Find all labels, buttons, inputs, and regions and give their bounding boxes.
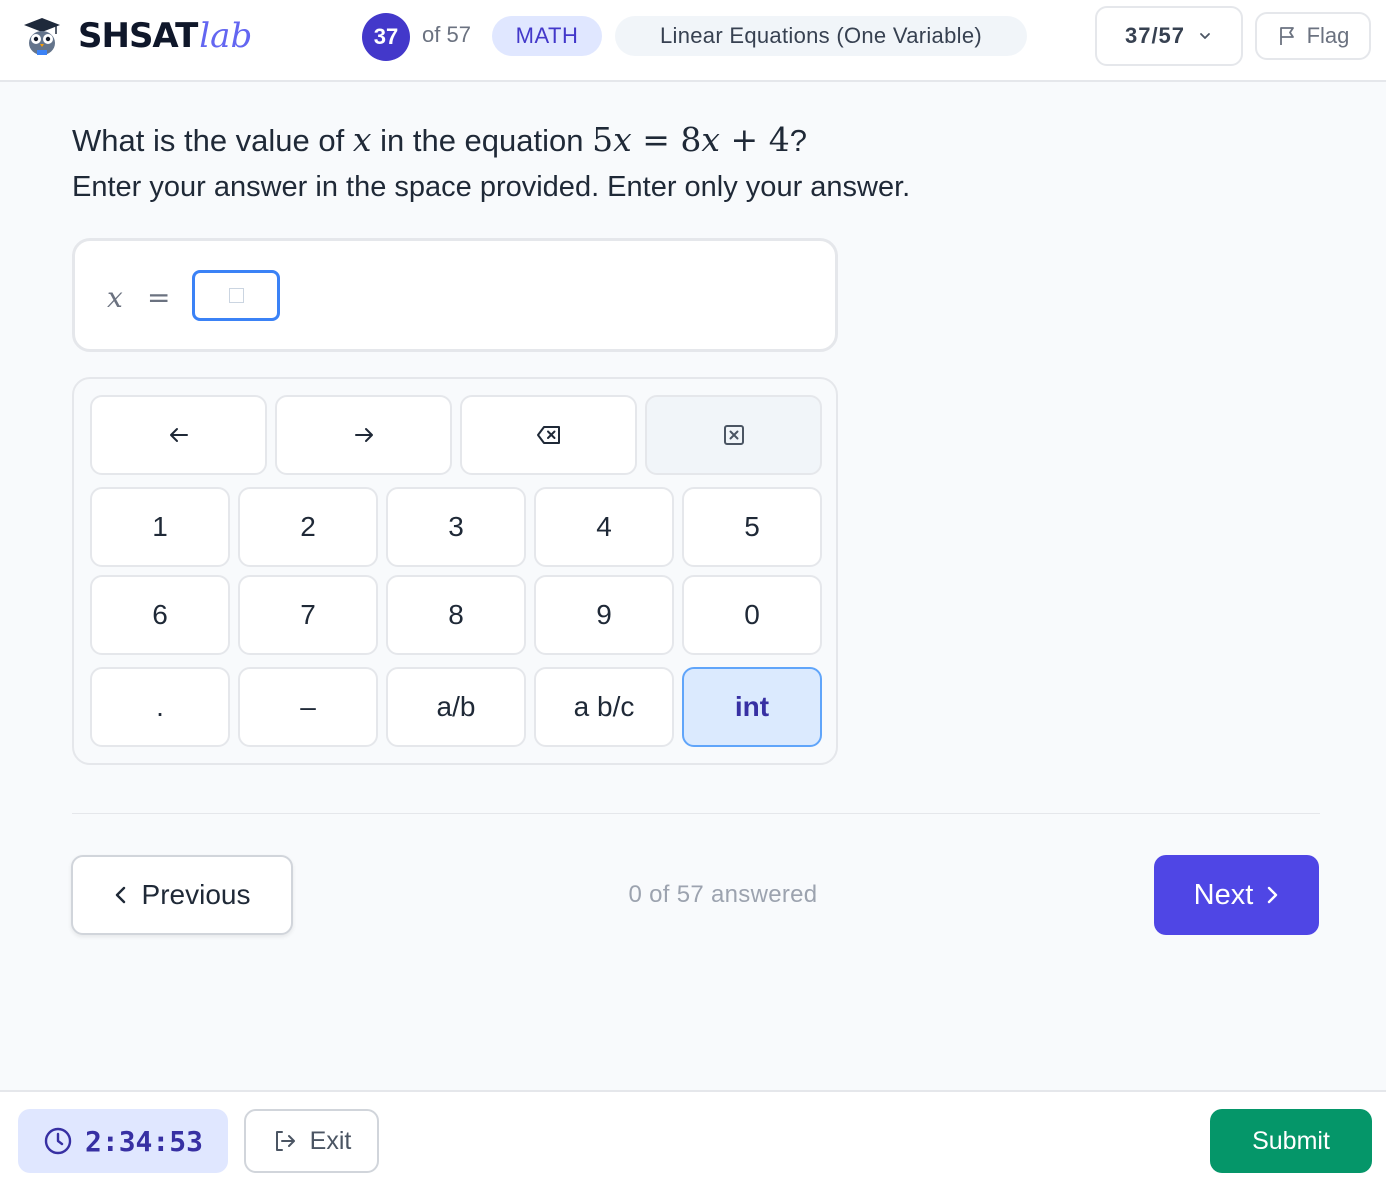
backspace-button[interactable] xyxy=(460,395,637,475)
topic-badge: Linear Equations (One Variable) xyxy=(615,16,1027,56)
question-suffix: ? xyxy=(789,123,807,158)
answer-equals: = xyxy=(147,281,171,314)
math-keypad: 1 2 3 4 5 6 7 8 9 0 . – a/b a b/c int xyxy=(72,377,838,765)
exit-label: Exit xyxy=(309,1126,352,1155)
divider xyxy=(72,813,1320,814)
timer: 2:34:53 xyxy=(18,1109,228,1173)
clear-icon xyxy=(723,425,744,445)
question-navigator-dropdown[interactable]: 37/57 xyxy=(1095,6,1243,66)
answer-area: x = xyxy=(72,238,838,352)
cursor-left-button[interactable] xyxy=(90,395,267,475)
clock-icon xyxy=(44,1127,72,1155)
bottom-bar: 2:34:53 Exit Submit xyxy=(0,1090,1386,1182)
next-button[interactable]: Next xyxy=(1154,855,1319,935)
question-variable: x xyxy=(352,120,372,159)
flag-button[interactable]: Flag xyxy=(1255,12,1371,60)
question-equation: 5x = 8x + 4 xyxy=(592,120,790,159)
answer-input[interactable] xyxy=(192,270,280,321)
previous-label: Previous xyxy=(141,879,251,910)
chevron-right-icon xyxy=(1268,886,1278,904)
timer-value: 2:34:53 xyxy=(84,1124,203,1158)
key-2[interactable]: 2 xyxy=(238,487,378,567)
key-3[interactable]: 3 xyxy=(386,487,526,567)
submit-button[interactable]: Submit xyxy=(1210,1109,1372,1173)
chevron-left-icon xyxy=(115,886,125,904)
key-decimal[interactable]: . xyxy=(90,667,230,747)
logo: SHSAT lab xyxy=(22,14,252,58)
arrow-right-icon xyxy=(354,428,373,442)
chevron-down-icon xyxy=(1200,33,1210,39)
question-instruction: Enter your answer in the space provided.… xyxy=(72,171,911,203)
previous-button[interactable]: Previous xyxy=(71,855,293,935)
logo-subtext: lab xyxy=(199,16,253,56)
exit-icon xyxy=(275,1131,295,1151)
top-bar: SHSAT lab 37 of 57 MATH Linear Equations… xyxy=(0,0,1386,82)
logo-text: SHSAT xyxy=(78,16,198,56)
cursor-right-button[interactable] xyxy=(275,395,452,475)
next-label: Next xyxy=(1193,878,1254,911)
flag-icon xyxy=(1279,27,1294,45)
question-prefix: What is the value of xyxy=(72,123,353,158)
backspace-icon xyxy=(536,426,560,444)
key-integer-mode[interactable]: int xyxy=(682,667,822,747)
exit-button[interactable]: Exit xyxy=(244,1109,379,1173)
answer-variable: x xyxy=(107,281,123,314)
key-7[interactable]: 7 xyxy=(238,575,378,655)
question-total: of 57 xyxy=(422,22,471,47)
answered-count: 0 of 57 answered xyxy=(628,881,818,908)
question-middle: in the equation xyxy=(371,123,593,158)
key-mixed-number[interactable]: a b/c xyxy=(534,667,674,747)
key-1[interactable]: 1 xyxy=(90,487,230,567)
arrow-left-icon xyxy=(169,428,188,442)
key-0[interactable]: 0 xyxy=(682,575,822,655)
key-8[interactable]: 8 xyxy=(386,575,526,655)
key-9[interactable]: 9 xyxy=(534,575,674,655)
question-number-badge: 37 xyxy=(362,13,410,61)
question-text: What is the value of x in the equation 5… xyxy=(72,120,807,159)
owl-logo-icon xyxy=(24,18,60,55)
subject-badge: MATH xyxy=(492,16,602,56)
key-5[interactable]: 5 xyxy=(682,487,822,567)
placeholder-box-icon xyxy=(228,288,244,303)
key-4[interactable]: 4 xyxy=(534,487,674,567)
key-negative[interactable]: – xyxy=(238,667,378,747)
clear-button[interactable] xyxy=(645,395,822,475)
flag-label: Flag xyxy=(1306,23,1350,48)
question-navigator-label: 37/57 xyxy=(1124,23,1186,48)
key-6[interactable]: 6 xyxy=(90,575,230,655)
key-fraction[interactable]: a/b xyxy=(386,667,526,747)
